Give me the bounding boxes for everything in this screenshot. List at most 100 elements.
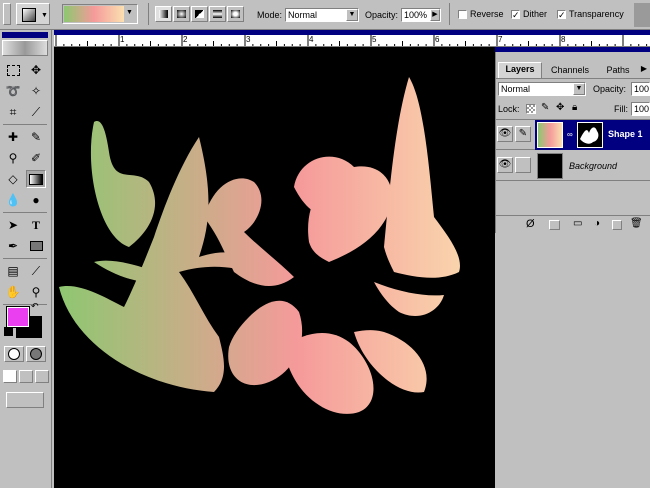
link-slot[interactable] — [515, 157, 531, 173]
angle-gradient-button[interactable] — [191, 6, 208, 22]
gradient-tool-icon — [22, 8, 36, 22]
ruler-label-1: 1 — [120, 35, 125, 44]
standard-mode-button[interactable] — [4, 346, 24, 362]
mode-select[interactable]: Normal ▼ — [285, 8, 359, 22]
add-mask-icon[interactable] — [549, 220, 560, 230]
dither-checkbox[interactable]: ✓ — [511, 10, 520, 20]
trash-icon[interactable]: 🗑︎ — [630, 218, 643, 229]
gradient-shape-artwork — [59, 77, 460, 414]
mode-label: Mode: — [257, 10, 283, 20]
tab-paths[interactable]: Paths — [598, 64, 638, 78]
gradient-tool-button[interactable] — [26, 170, 46, 188]
tab-layers[interactable]: Layers — [498, 62, 542, 78]
magic-wand-icon[interactable]: ✧ — [25, 81, 47, 101]
tab-channels[interactable]: Channels — [545, 64, 595, 78]
crop-tool-icon[interactable]: ⌗ — [2, 102, 24, 122]
layer-thumbnail — [537, 153, 563, 179]
chevron-down-icon: ▼ — [41, 12, 48, 19]
hand-tool-icon[interactable]: ✋ — [2, 282, 24, 302]
blend-mode-select[interactable]: Normal ▼ — [498, 82, 586, 96]
adjustment-layer-icon[interactable]: ◑ — [594, 218, 600, 229]
path-selection-icon[interactable]: ➤ — [2, 215, 24, 235]
layer-row-shape-1[interactable]: 👁︎ ✎ ∞ Shape 1 — [495, 120, 650, 150]
default-colors-icon[interactable] — [4, 327, 13, 336]
layer-row-background[interactable]: 👁︎ Background — [495, 151, 650, 181]
toolbox-title-bar[interactable] — [2, 32, 48, 38]
gradient-swatch — [64, 6, 124, 22]
clone-stamp-icon[interactable]: ⚲ — [2, 148, 24, 168]
reverse-checkbox[interactable] — [458, 10, 467, 19]
lock-transparent-icon[interactable] — [526, 104, 536, 114]
chevron-down-icon: ▼ — [346, 9, 358, 21]
slice-tool-icon[interactable]: ⟋ — [25, 102, 47, 122]
chevron-down-icon: ▼ — [573, 83, 585, 95]
new-group-icon[interactable]: ▭ — [573, 218, 582, 229]
brush-icon[interactable]: ✎ — [515, 126, 531, 142]
layer-name: Background — [569, 161, 618, 171]
layers-panel-title-bar[interactable] — [495, 47, 650, 52]
eye-icon[interactable]: 👁︎ — [497, 157, 513, 173]
lock-image-icon[interactable]: ✎ — [541, 102, 549, 113]
shape-tool-icon[interactable] — [25, 236, 47, 256]
diamond-gradient-button[interactable] — [227, 6, 244, 22]
lasso-tool-icon[interactable]: ➰ — [2, 81, 24, 101]
full-screen-mode-icon[interactable] — [35, 370, 49, 383]
mode-value: Normal — [288, 10, 318, 20]
quick-mask-button[interactable] — [26, 346, 46, 362]
eyedropper-icon[interactable]: ⟋ — [25, 261, 47, 281]
tool-preset-picker[interactable]: ▼ — [16, 3, 50, 25]
options-grip[interactable] — [3, 3, 11, 25]
opacity-value: 100% — [404, 10, 428, 20]
quick-mask-icon — [30, 348, 42, 360]
pen-tool-icon[interactable]: ✒ — [2, 236, 24, 256]
blur-tool-icon[interactable]: 💧 — [2, 190, 24, 210]
reflected-gradient-button[interactable] — [209, 6, 226, 22]
mask-shape-icon — [580, 127, 599, 144]
transparency-label: Transparency — [569, 9, 624, 19]
standard-mode-icon — [8, 348, 20, 360]
opacity-input[interactable]: 100% ▶ — [401, 8, 441, 22]
dodge-tool-icon[interactable]: ● — [25, 190, 47, 210]
standard-screen-mode-icon[interactable] — [3, 370, 17, 383]
brush-tool-icon[interactable]: ✎ — [25, 127, 47, 147]
adobe-online-icon[interactable] — [2, 40, 48, 56]
palette-well[interactable] — [634, 3, 650, 27]
layer-thumbnail — [537, 122, 563, 148]
swap-colors-icon[interactable]: ↶ — [31, 301, 39, 312]
toolbox: ✥ ➰ ✧ ⌗ ⟋ ✚ ✎ ⚲ ✐ ◇ 💧 ● ➤ T ✒ ▤ ⟋ ✋ ⚲ ↶ — [0, 30, 52, 488]
link-icon: ∞ — [567, 130, 573, 139]
panel-menu-icon[interactable]: ▶ — [639, 64, 649, 74]
healing-brush-icon[interactable]: ✚ — [2, 127, 24, 147]
layer-opacity-input[interactable]: 100% — [631, 82, 650, 96]
eye-icon[interactable]: 👁︎ — [497, 126, 513, 142]
linear-gradient-button[interactable] — [155, 6, 172, 22]
eraser-tool-icon[interactable]: ◇ — [2, 169, 24, 189]
foreground-color-swatch[interactable] — [6, 306, 30, 328]
history-brush-icon[interactable]: ✐ — [25, 148, 47, 168]
lock-position-icon[interactable]: ✥ — [556, 102, 564, 113]
radial-gradient-icon — [177, 10, 186, 18]
full-screen-menu-mode-icon[interactable] — [19, 370, 33, 383]
layer-style-icon[interactable]: Ø — [526, 218, 535, 230]
new-layer-icon[interactable] — [612, 220, 622, 230]
gradient-picker[interactable]: ▼ — [62, 4, 138, 24]
jump-to-imageready-icon[interactable] — [6, 392, 44, 408]
divider — [495, 215, 650, 216]
radial-gradient-button[interactable] — [173, 6, 190, 22]
divider — [495, 78, 650, 79]
ruler-label-5: 5 — [372, 35, 377, 44]
linear-gradient-icon — [159, 10, 168, 18]
move-tool-icon[interactable]: ✥ — [25, 60, 47, 80]
ruler-label-4: 4 — [309, 35, 314, 44]
divider — [3, 304, 47, 305]
horizontal-ruler: 1 2 3 4 5 6 7 8 — [54, 35, 650, 47]
marquee-tool-icon[interactable] — [2, 60, 24, 80]
lock-all-icon[interactable]: 🔒︎ — [572, 102, 577, 113]
notes-tool-icon[interactable]: ▤ — [2, 261, 24, 281]
zoom-tool-icon[interactable]: ⚲ — [25, 282, 47, 302]
type-tool-icon[interactable]: T — [25, 215, 47, 235]
document-canvas[interactable] — [54, 47, 495, 488]
diamond-gradient-icon — [231, 10, 240, 18]
fill-input[interactable]: 100% — [631, 102, 650, 116]
transparency-checkbox[interactable]: ✓ — [557, 10, 566, 20]
